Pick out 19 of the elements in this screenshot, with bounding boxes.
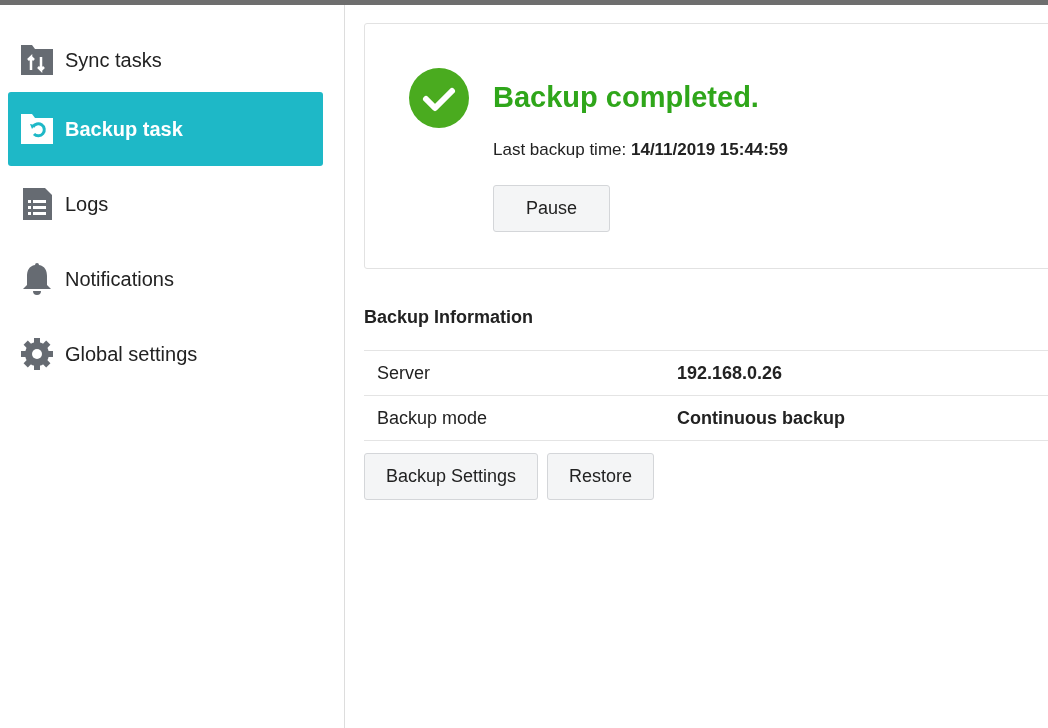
settings-icon bbox=[20, 337, 54, 371]
sidebar-item[interactable]: Global settings bbox=[8, 317, 323, 391]
field-label: Backup mode bbox=[377, 407, 489, 429]
field-value: 192.168.0.26 bbox=[677, 362, 783, 384]
folder-arrows-icon bbox=[20, 44, 54, 76]
folder-restore-icon bbox=[20, 113, 54, 145]
pause-button[interactable]: Pause bbox=[493, 185, 611, 232]
check-circle-icon bbox=[409, 68, 469, 128]
last-backup-time: Last backup time: 14/11/2019 15:44:59 bbox=[493, 140, 788, 160]
sidebar-item[interactable]: Notifications bbox=[8, 242, 323, 316]
field-value: Continuous backup bbox=[677, 407, 845, 429]
document-list-icon bbox=[20, 187, 54, 221]
sidebar-item[interactable]: Logs bbox=[8, 167, 323, 241]
action-button[interactable]: Restore bbox=[547, 453, 655, 500]
field-label: Server bbox=[377, 362, 431, 384]
action-button[interactable]: Backup Settings bbox=[364, 453, 539, 500]
section-title: Backup Information bbox=[364, 307, 534, 328]
sidebar-item[interactable]: Sync tasks bbox=[8, 36, 323, 84]
status-title: Backup completed. bbox=[493, 80, 760, 114]
